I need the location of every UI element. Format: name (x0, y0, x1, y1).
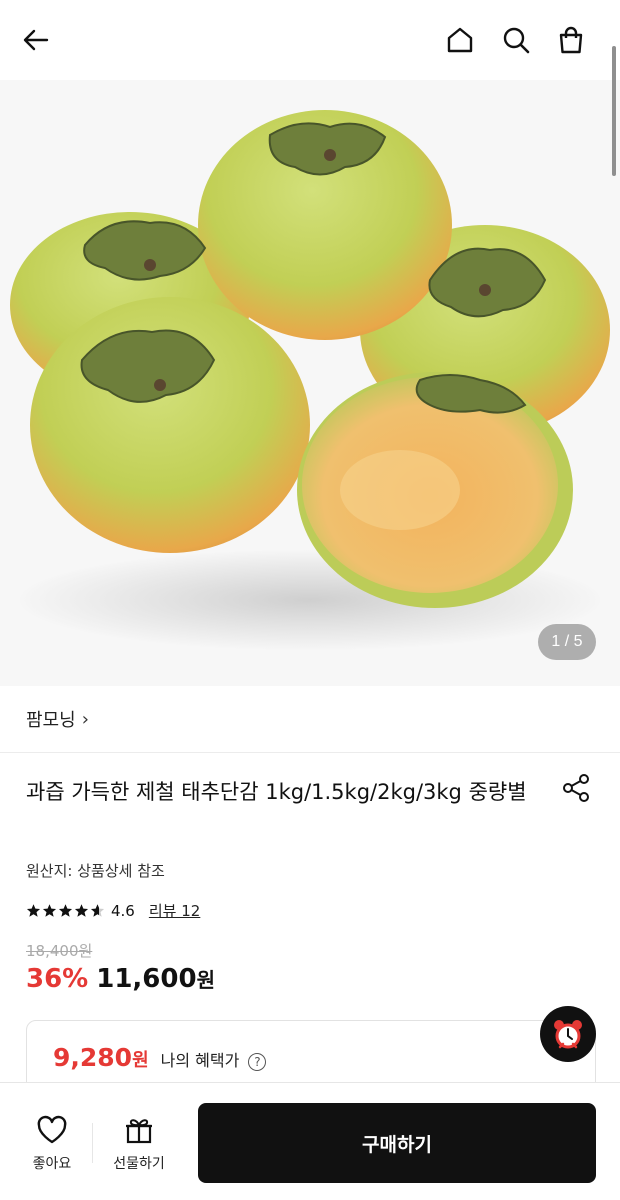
star-rating (26, 903, 105, 918)
scrollbar[interactable] (612, 46, 616, 176)
benefit-row: 9,280원 나의 혜택가 ? (53, 1043, 267, 1072)
product-photo (0, 80, 620, 686)
product-image-gallery[interactable]: 1 / 5 (0, 80, 620, 686)
review-link[interactable]: 리뷰 12 (149, 900, 200, 921)
gift-label: 선물하기 (113, 1156, 165, 1172)
rating-value: 4.6 (111, 901, 135, 920)
alarm-clock-icon[interactable] (540, 1006, 596, 1062)
benefit-label: 나의 혜택가 (160, 1051, 240, 1070)
heart-icon (37, 1115, 67, 1144)
chevron-right-icon: › (81, 708, 89, 730)
store-name: 팜모닝 (26, 710, 76, 731)
gift-button[interactable]: 선물하기 (104, 1115, 174, 1173)
star-icon (42, 904, 57, 917)
arrow-left-icon[interactable] (16, 20, 56, 60)
divider (0, 752, 620, 753)
star-half-icon (90, 904, 105, 917)
home-icon[interactable] (440, 20, 480, 60)
discount-rate: 36% (26, 964, 89, 994)
search-icon[interactable] (496, 20, 536, 60)
gift-icon (126, 1119, 152, 1144)
star-icon (58, 904, 73, 917)
original-price: 18,400원 (26, 942, 93, 960)
like-button[interactable]: 좋아요 (26, 1115, 78, 1173)
like-label: 좋아요 (32, 1156, 72, 1172)
store-link[interactable]: 팜모닝 › (26, 706, 89, 732)
benefit-price-unit: 원 (132, 1050, 149, 1071)
bottom-action-bar: 좋아요 선물하기 구매하기 (0, 1082, 620, 1200)
rating-row: 4.6 리뷰 12 (26, 900, 200, 921)
sale-price: 11,600 (96, 964, 197, 994)
share-icon[interactable] (560, 772, 592, 804)
top-navigation-bar (0, 0, 620, 80)
origin-info: 원산지: 상품상세 참조 (26, 862, 165, 880)
product-title: 과즙 가득한 제철 태추단감 1kg/1.5kg/2kg/3kg 중량별 (26, 780, 527, 804)
shopping-bag-icon[interactable] (551, 20, 591, 60)
star-icon (74, 904, 89, 917)
star-icon (26, 904, 41, 917)
benefit-price: 9,280 (53, 1043, 133, 1072)
image-counter: 1 / 5 (538, 624, 596, 660)
divider (92, 1123, 93, 1163)
price-unit: 원 (196, 968, 215, 992)
price-row: 36% 11,600원 (26, 964, 215, 994)
help-icon[interactable]: ? (248, 1053, 267, 1071)
buy-button[interactable]: 구매하기 (198, 1103, 596, 1183)
